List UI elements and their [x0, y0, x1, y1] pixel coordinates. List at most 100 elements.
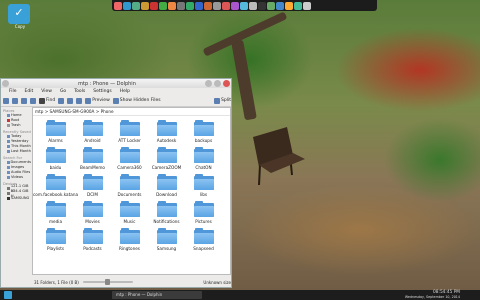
- find-button[interactable]: Find: [39, 97, 55, 104]
- folder-item[interactable]: Podcasts: [74, 228, 111, 255]
- folder-item[interactable]: Ringtones: [111, 228, 148, 255]
- folder-item[interactable]: ATT Locker: [111, 120, 148, 147]
- split-button[interactable]: Split: [214, 97, 231, 104]
- folder-icon: [156, 174, 177, 190]
- folder-icon: [156, 228, 177, 244]
- folder-item[interactable]: ChatON: [185, 147, 222, 174]
- settings-icon[interactable]: [213, 1, 221, 10]
- folder-item[interactable]: Download: [148, 174, 185, 201]
- music-icon[interactable]: [222, 1, 230, 10]
- up-icon[interactable]: [21, 97, 27, 104]
- preview-button[interactable]: Preview: [85, 97, 110, 104]
- clock[interactable]: 08:54:45 PM Wednesday, September 10, 201…: [405, 290, 460, 300]
- chrome-icon[interactable]: [159, 1, 167, 10]
- search-icon[interactable]: [303, 1, 311, 10]
- writer-icon[interactable]: [195, 1, 203, 10]
- folder-item[interactable]: backups: [185, 120, 222, 147]
- network-icon[interactable]: [267, 1, 275, 10]
- bottom-panel: mtp : Phone — Dolphin 08:54:45 PM Wednes…: [0, 290, 480, 300]
- kde-logo-icon[interactable]: ✓: [8, 4, 30, 24]
- preview-label: Preview: [92, 98, 110, 103]
- folder-label: Documents: [117, 192, 142, 197]
- video-icon: [7, 176, 10, 179]
- konsole-icon[interactable]: [141, 1, 149, 10]
- folder-label: backups: [194, 138, 213, 143]
- folder-label: Samsung: [156, 246, 177, 251]
- menu-go[interactable]: Go: [60, 89, 66, 94]
- breadcrumb[interactable]: mtp > SAMSUNG-SM-G900A > Phone: [33, 108, 230, 116]
- folder-icon: [193, 147, 214, 163]
- folder-icon: [82, 174, 103, 190]
- menu-file[interactable]: File: [9, 89, 17, 94]
- folder-item[interactable]: Samsung: [148, 228, 185, 255]
- logo-label: Copy: [14, 24, 26, 29]
- folder-item[interactable]: Playlists: [37, 228, 74, 255]
- folder-label: ATT Locker: [118, 138, 141, 143]
- okular-icon[interactable]: [150, 1, 158, 10]
- photos-icon[interactable]: [231, 1, 239, 10]
- folder-item[interactable]: Notifications: [148, 201, 185, 228]
- vlc-icon[interactable]: [168, 1, 176, 10]
- home-icon[interactable]: [30, 97, 36, 104]
- menu-help[interactable]: Help: [120, 89, 130, 94]
- details-view-icon[interactable]: [67, 97, 74, 104]
- menu-view[interactable]: View: [41, 89, 52, 94]
- home-folder-icon: [7, 114, 10, 117]
- folder-item[interactable]: BeamMemo: [74, 147, 111, 174]
- folder-item[interactable]: com.facebook.katana: [33, 174, 78, 201]
- device-samsung[interactable]: SAMSUNG: [1, 196, 31, 201]
- calc-icon[interactable]: [186, 1, 194, 10]
- menu-edit[interactable]: Edit: [25, 89, 34, 94]
- folder-item[interactable]: Autodesk: [148, 120, 185, 147]
- folder-item[interactable]: media: [37, 201, 74, 228]
- folder-item[interactable]: Snapseed: [185, 228, 222, 255]
- zoom-slider-handle[interactable]: [105, 279, 111, 285]
- folder-item[interactable]: libs: [185, 174, 222, 201]
- taskbar-item-dolphin[interactable]: mtp : Phone — Dolphin: [112, 291, 202, 299]
- folder-item[interactable]: Pictures: [185, 201, 222, 228]
- minimize-icon[interactable]: [205, 80, 212, 87]
- forward-icon[interactable]: [12, 97, 18, 104]
- folder-item[interactable]: CameraZOOM: [148, 147, 185, 174]
- dolphin-icon[interactable]: [132, 1, 140, 10]
- folder-item[interactable]: Movies: [74, 201, 111, 228]
- impress-icon[interactable]: [204, 1, 212, 10]
- maps-icon[interactable]: [294, 1, 302, 10]
- display-icon[interactable]: [276, 1, 284, 10]
- menu-tools[interactable]: Tools: [74, 89, 85, 94]
- search-videos[interactable]: Videos: [1, 175, 31, 180]
- folder-label: CameraZOOM: [151, 165, 182, 170]
- window-menu-icon[interactable]: [2, 80, 9, 87]
- folder-item[interactable]: Android: [74, 120, 111, 147]
- gimp-icon[interactable]: [177, 1, 185, 10]
- phone-icon: [7, 197, 10, 200]
- folder-item[interactable]: Camera360: [111, 147, 148, 174]
- icons-view-icon[interactable]: [58, 97, 65, 104]
- menu-settings[interactable]: Settings: [93, 89, 111, 94]
- maximize-icon[interactable]: [214, 80, 221, 87]
- folder-item[interactable]: Music: [111, 201, 148, 228]
- app-launcher-icon[interactable]: [4, 291, 12, 299]
- back-icon[interactable]: [3, 97, 9, 104]
- weather-icon[interactable]: [285, 1, 293, 10]
- folder-item[interactable]: DCIM: [74, 174, 111, 201]
- columns-view-icon[interactable]: [76, 97, 83, 104]
- mail-icon[interactable]: [240, 1, 248, 10]
- place-trash[interactable]: Trash: [1, 123, 31, 128]
- park-bench: [253, 127, 305, 186]
- close-icon[interactable]: [223, 80, 230, 87]
- terminal-icon[interactable]: [258, 1, 266, 10]
- folder-item[interactable]: Documents: [111, 174, 148, 201]
- recent-last-month[interactable]: Last Month: [1, 149, 31, 154]
- ipod-icon[interactable]: [249, 1, 257, 10]
- show-hidden-button[interactable]: Show Hidden Files: [112, 97, 161, 104]
- folder-icon: [119, 147, 140, 163]
- folder-icon: [82, 201, 103, 217]
- thunderbird-icon[interactable]: [123, 1, 131, 10]
- folder-item[interactable]: Alarms: [37, 120, 74, 147]
- folder-item[interactable]: baidu: [37, 147, 74, 174]
- firefox-icon[interactable]: [114, 1, 122, 10]
- title-bar[interactable]: mtp : Phone — Dolphin: [1, 79, 231, 88]
- zoom-slider[interactable]: [82, 279, 133, 285]
- free-space: Unknown size: [203, 279, 231, 285]
